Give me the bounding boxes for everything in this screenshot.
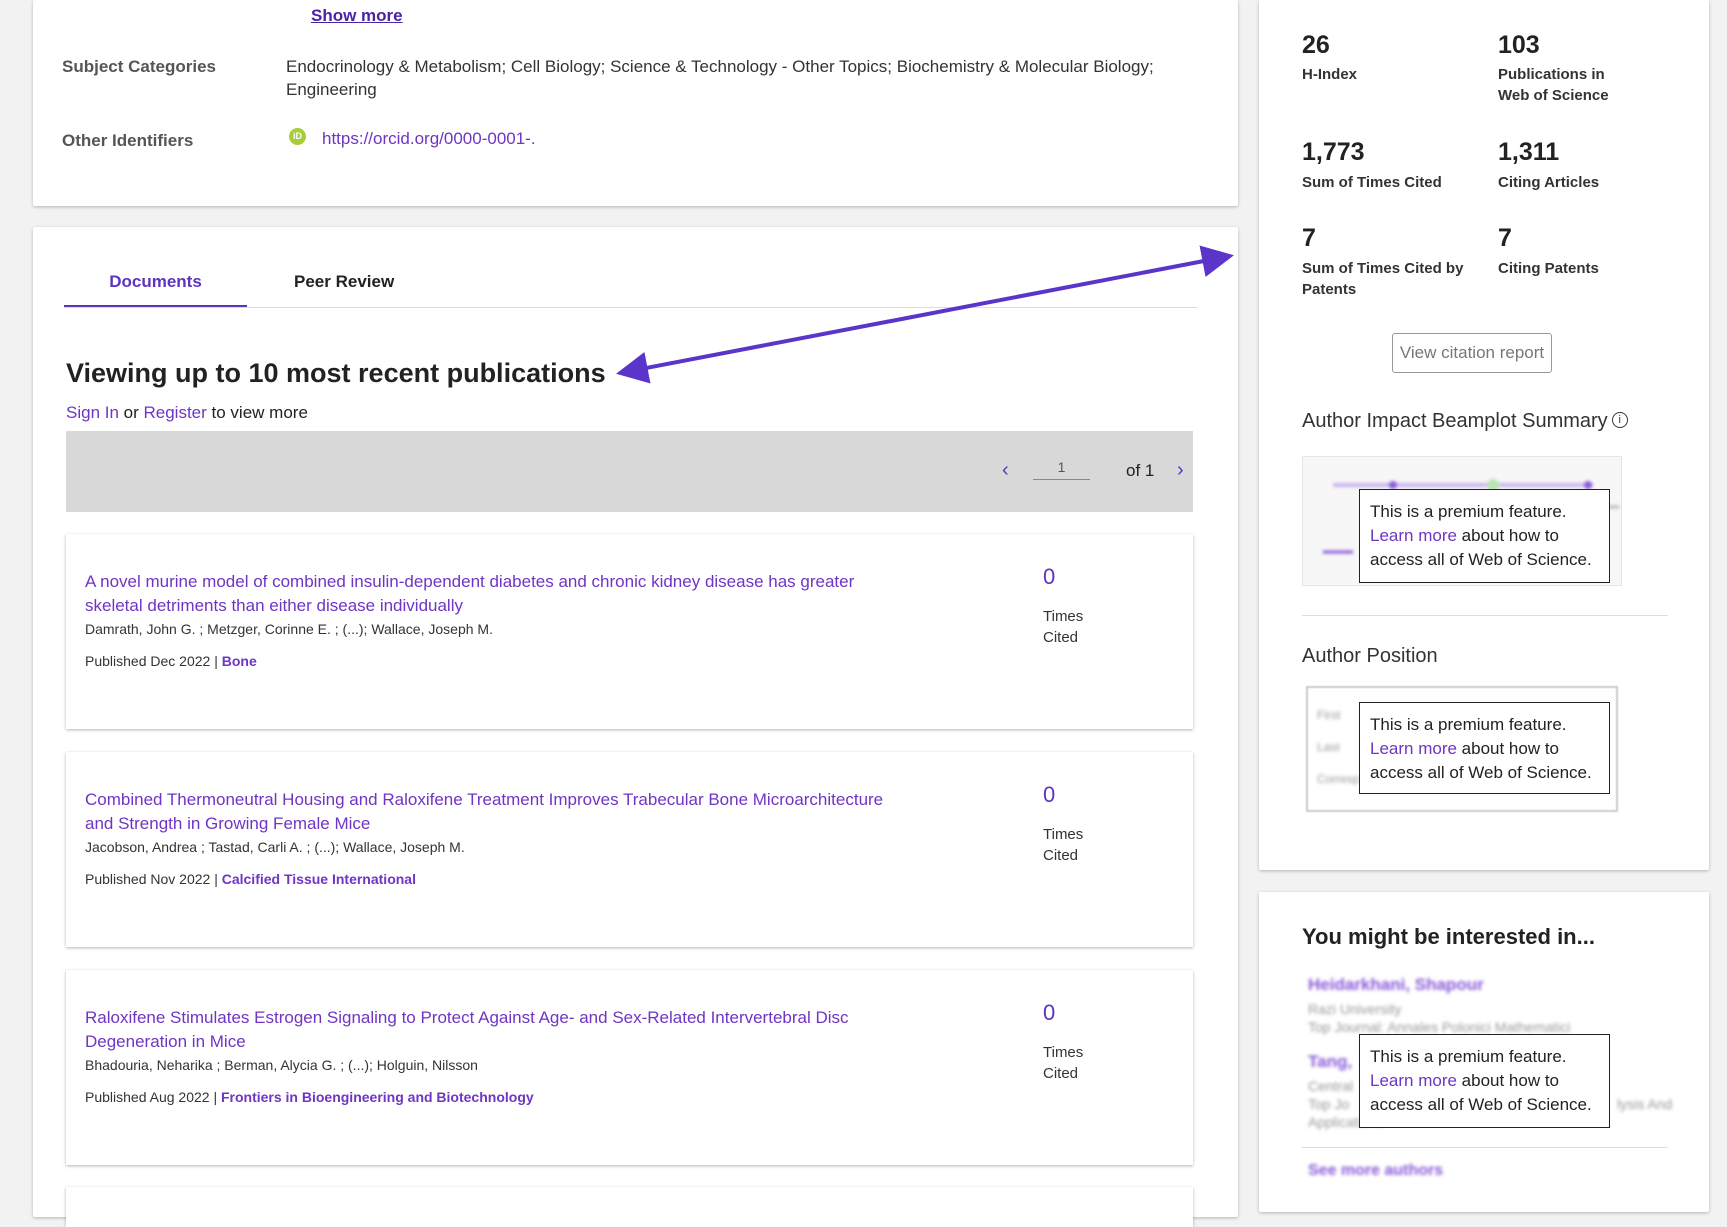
subject-categories-value: Endocrinology & Metabolism; Cell Biology… [286, 57, 1154, 99]
premium-about-text: about how to [1456, 1071, 1560, 1090]
times-cited-label: Times Cited [1043, 608, 1084, 646]
h-index-value: 26 [1302, 31, 1330, 59]
other-identifiers-label: Other Identifiers [62, 131, 194, 150]
publication-meta: Published Nov 2022 | Calcified Tissue In… [85, 871, 416, 887]
times-cited-count[interactable]: 0 [1043, 782, 1055, 808]
page-number-input[interactable]: 1 [1033, 459, 1090, 480]
recommended-author-journal: Top Jo [1308, 1096, 1350, 1112]
signin-prompt: Sign In or Register to view more [66, 403, 308, 423]
profile-card: Show more Subject Categories Endocrinolo… [33, 0, 1238, 206]
premium-overlay: This is a premium feature. Learn more ab… [1359, 489, 1610, 583]
journal-link[interactable]: Calcified Tissue International [222, 871, 416, 887]
publication-card: Raloxifene Stimulates Estrogen Signaling… [66, 970, 1193, 1165]
register-link[interactable]: Register [144, 403, 207, 422]
publication-authors: Jacobson, Andrea ; Tastad, Carli A. ; (.… [85, 839, 465, 855]
documents-card: Documents Peer Review Viewing up to 10 m… [33, 227, 1238, 1227]
view-citation-report-button[interactable]: View citation report [1392, 333, 1552, 373]
citing-patents-value[interactable]: 7 [1498, 224, 1512, 253]
times-cited-count[interactable]: 0 [1043, 1000, 1055, 1026]
pagination-bar: ‹ 1 of 1 › [66, 431, 1193, 512]
sign-in-link[interactable]: Sign In [66, 403, 119, 422]
see-more-authors-link[interactable]: See more authors [1308, 1162, 1443, 1180]
published-date: Published Aug 2022 | [85, 1089, 221, 1105]
recommended-author-institution: Razi University [1308, 1001, 1402, 1017]
previous-page-button[interactable]: ‹ [1002, 459, 1009, 482]
recommendations-card: You might be interested in... Heidarkhan… [1259, 892, 1709, 1212]
premium-learn-line: Learn more about how to [1370, 737, 1599, 761]
publication-title[interactable]: Combined Thermoneutral Housing and Ralox… [85, 788, 905, 836]
times-cited-total-label: Sum of Times Cited [1302, 174, 1442, 191]
recommendations-title: You might be interested in... [1302, 924, 1595, 949]
recommended-author-journal-end: lysis And [1617, 1096, 1673, 1112]
recommended-author-link[interactable]: Heidarkhani, Shapour [1308, 975, 1484, 995]
citing-articles-value[interactable]: 1,311 [1498, 138, 1559, 167]
h-index-label: H-Index [1302, 66, 1358, 83]
metrics-card: 26 H-Index 103 Publications in Web of Sc… [1259, 0, 1709, 870]
page-count: of 1 [1126, 461, 1155, 480]
times-cited-count[interactable]: 0 [1043, 564, 1055, 590]
journal-link[interactable]: Bone [222, 653, 257, 669]
info-icon[interactable]: i [1611, 412, 1628, 428]
citing-articles-label: Citing Articles [1498, 174, 1600, 191]
tab-peer-review[interactable]: Peer Review [294, 272, 394, 292]
premium-text: This is a premium feature. [1370, 715, 1567, 734]
premium-overlay: This is a premium feature. Learn more ab… [1359, 1034, 1610, 1128]
position-first: First [1317, 708, 1341, 722]
publications-label: Publications in Web of Science [1498, 66, 1609, 104]
tab-bar: Documents Peer Review [64, 263, 1197, 308]
citing-patents-label: Citing Patents [1498, 260, 1599, 277]
learn-more-link[interactable]: Learn more [1370, 1071, 1457, 1090]
publication-meta: Published Aug 2022 | Frontiers in Bioeng… [85, 1089, 534, 1105]
publication-card: Combined Thermoneutral Housing and Ralox… [66, 752, 1193, 947]
premium-access-text: access all of Web of Science. [1370, 550, 1592, 569]
tab-documents[interactable]: Documents [64, 272, 247, 307]
premium-learn-line: Learn more about how to [1370, 524, 1599, 548]
learn-more-link[interactable]: Learn more [1370, 526, 1457, 545]
times-cited-label: Times Cited [1043, 826, 1084, 864]
section-divider [1302, 615, 1668, 616]
view-more-text: to view more [206, 403, 308, 422]
cited-by-patents-label: Sum of Times Cited by Patents [1302, 260, 1464, 298]
premium-about-text: about how to [1456, 526, 1560, 545]
beamplot-title: Author Impact Beamplot Summary i [1302, 410, 1628, 433]
recommended-author-link[interactable]: Tang, [1308, 1052, 1352, 1072]
premium-about-text: about how to [1456, 739, 1560, 758]
subject-categories-label: Subject Categories [62, 57, 216, 76]
show-more-link[interactable]: Show more [311, 6, 403, 26]
published-date: Published Nov 2022 | [85, 871, 222, 887]
premium-access-text: access all of Web of Science. [1370, 1095, 1592, 1114]
publication-title[interactable]: A novel murine model of combined insulin… [85, 570, 905, 618]
beamplot-title-text: Author Impact Beamplot Summary [1302, 410, 1608, 432]
orcid-icon: iD [289, 128, 306, 145]
orcid-link[interactable]: https://orcid.org/0000-0001-. [322, 129, 536, 149]
journal-link[interactable]: Frontiers in Bioengineering and Biotechn… [221, 1089, 534, 1105]
cited-by-patents-value[interactable]: 7 [1302, 224, 1316, 253]
premium-text: This is a premium feature. [1370, 1047, 1567, 1066]
publication-title[interactable]: Raloxifene Stimulates Estrogen Signaling… [85, 1006, 905, 1054]
recommended-author-institution: Central [1308, 1078, 1354, 1094]
position-last: Last [1317, 740, 1340, 754]
times-cited-value[interactable]: 1,773 [1302, 138, 1365, 167]
publication-card: A novel murine model of combined insulin… [66, 534, 1193, 729]
section-divider [1302, 1147, 1668, 1148]
next-page-button[interactable]: › [1177, 459, 1184, 482]
publication-meta: Published Dec 2022 | Bone [85, 653, 257, 669]
published-date: Published Dec 2022 | [85, 653, 222, 669]
recommended-author-journal: Top Journal: Annales Polonici Mathematic… [1308, 1019, 1571, 1035]
publications-value[interactable]: 103 [1498, 31, 1540, 60]
publication-card [66, 1187, 1193, 1227]
author-position-title: Author Position [1302, 645, 1438, 667]
publication-authors: Bhadouria, Neharika ; Berman, Alycia G. … [85, 1057, 478, 1073]
premium-overlay: This is a premium feature. Learn more ab… [1359, 702, 1610, 794]
publication-authors: Damrath, John G. ; Metzger, Corinne E. ;… [85, 621, 493, 637]
position-corresp: Corresp [1317, 772, 1360, 786]
or-text: or [118, 403, 144, 422]
learn-more-link[interactable]: Learn more [1370, 739, 1457, 758]
premium-learn-line: Learn more about how to [1370, 1069, 1599, 1093]
publications-heading: Viewing up to 10 most recent publication… [66, 358, 606, 388]
premium-text: This is a premium feature. [1370, 502, 1567, 521]
times-cited-label: Times Cited [1043, 1044, 1084, 1082]
premium-access-text: access all of Web of Science. [1370, 763, 1592, 782]
